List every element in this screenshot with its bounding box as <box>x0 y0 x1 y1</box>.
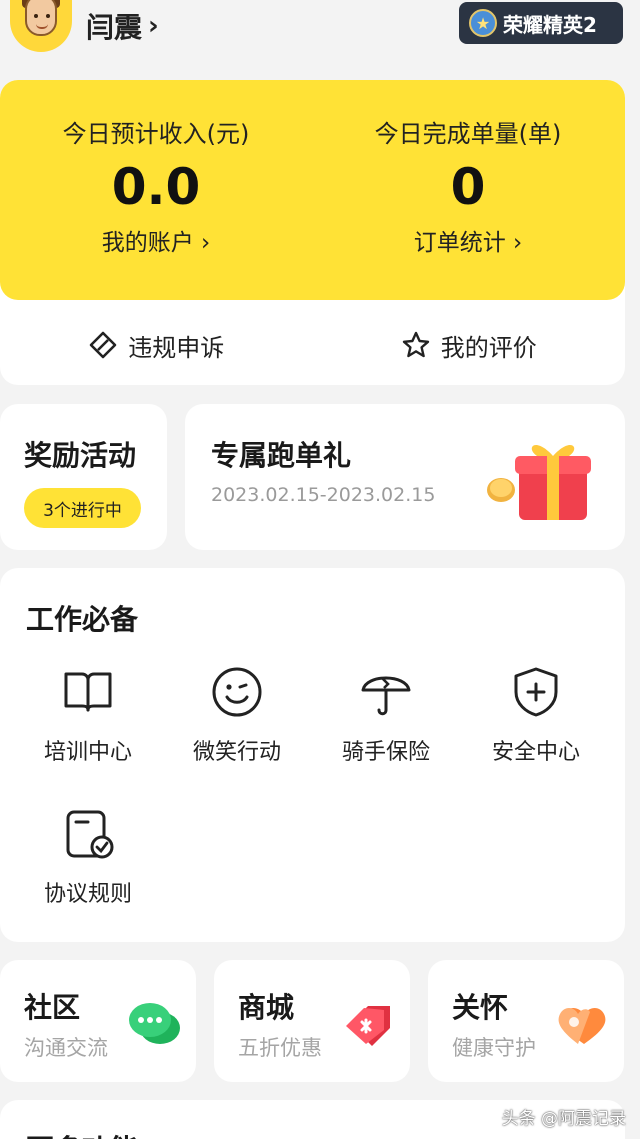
my-rating-button[interactable]: 我的评价 <box>313 320 626 370</box>
gift-icon <box>487 445 591 520</box>
care-card[interactable]: 关怀 健康守护 <box>428 960 624 1082</box>
income-stat: 今日预计收入(元) 0.0 我的账户 › <box>0 114 312 257</box>
avatar[interactable] <box>10 0 72 52</box>
tool-label: 协议规则 <box>43 882 132 907</box>
orders-label: 今日完成单量(单) <box>374 120 562 148</box>
appeal-icon <box>89 331 117 359</box>
rank-star-icon: ★ <box>469 9 497 37</box>
care-subtitle: 健康守护 <box>452 1036 536 1060</box>
book-icon <box>64 672 112 712</box>
rank-badge[interactable]: ★ 荣耀精英2 <box>459 2 623 44</box>
orders-value: 0 <box>450 158 486 216</box>
my-account-link[interactable]: 我的账户 › <box>0 223 312 257</box>
username-link[interactable]: 闫震 › <box>86 6 159 46</box>
watermark: 头条 @阿震记录 <box>501 1109 626 1129</box>
income-summary: 今日预计收入(元) 0.0 我的账户 › 今日完成单量(单) 0 订单统计 › <box>0 80 625 300</box>
promo-card[interactable]: 专属跑单礼 2023.02.15-2023.02.15 <box>185 404 625 550</box>
mall-card[interactable]: 商城 五折优惠 <box>214 960 410 1082</box>
heart-icon <box>558 1008 606 1044</box>
my-rating-label: 我的评价 <box>440 333 537 362</box>
smile-icon <box>212 667 262 717</box>
more-features-title: 更多功能 <box>26 1128 138 1139</box>
star-icon <box>402 331 429 358</box>
tool-safety[interactable]: 安全中心 <box>466 664 606 766</box>
care-title: 关怀 <box>452 991 509 1024</box>
chat-icon <box>129 1003 180 1044</box>
tool-label: 培训中心 <box>43 740 132 765</box>
rank-badge-label: 荣耀精英2 <box>503 12 597 37</box>
income-label: 今日预计收入(元) <box>62 120 250 148</box>
tool-insurance[interactable]: 骑手保险 <box>316 664 456 766</box>
work-section-title: 工作必备 <box>26 603 139 636</box>
action-row: 违规申诉 我的评价 <box>0 320 625 370</box>
tag-icon <box>346 1006 390 1046</box>
community-title: 社区 <box>24 991 81 1024</box>
appeal-label: 违规申诉 <box>128 333 225 362</box>
community-card[interactable]: 社区 沟通交流 <box>0 960 196 1082</box>
tool-agreement[interactable]: 协议规则 <box>18 806 158 908</box>
agreement-icon <box>66 810 114 859</box>
order-stats-link[interactable]: 订单统计 › <box>312 223 624 257</box>
community-subtitle: 沟通交流 <box>24 1036 108 1060</box>
chevron-right-icon: › <box>148 11 159 41</box>
tool-training[interactable]: 培训中心 <box>18 664 158 766</box>
tool-label: 骑手保险 <box>341 740 430 765</box>
promo-date: 2023.02.15-2023.02.15 <box>211 484 436 506</box>
reward-badge: 3个进行中 <box>24 488 141 528</box>
appeal-button[interactable]: 违规申诉 <box>0 320 313 370</box>
orders-stat: 今日完成单量(单) 0 订单统计 › <box>312 114 624 257</box>
promo-title: 专属跑单礼 <box>211 439 352 472</box>
reward-title: 奖励活动 <box>24 439 137 472</box>
tool-smile[interactable]: 微笑行动 <box>167 664 307 766</box>
mall-subtitle: 五折优惠 <box>238 1036 322 1060</box>
work-essentials-card: 工作必备 培训中心 微笑行动 骑手保险 安全中心 协议规则 <box>0 568 625 942</box>
username-text: 闫震 <box>86 11 143 44</box>
umbrella-icon <box>361 676 411 716</box>
shield-icon <box>514 667 558 717</box>
mall-title: 商城 <box>238 991 295 1024</box>
reward-card[interactable]: 奖励活动 3个进行中 <box>0 404 167 550</box>
tool-label: 安全中心 <box>491 740 580 765</box>
tool-label: 微笑行动 <box>192 740 281 765</box>
header: 闫震 › ★ 荣耀精英2 <box>0 0 640 60</box>
income-value: 0.0 <box>111 158 201 216</box>
income-card: 今日预计收入(元) 0.0 我的账户 › 今日完成单量(单) 0 订单统计 › … <box>0 80 625 385</box>
